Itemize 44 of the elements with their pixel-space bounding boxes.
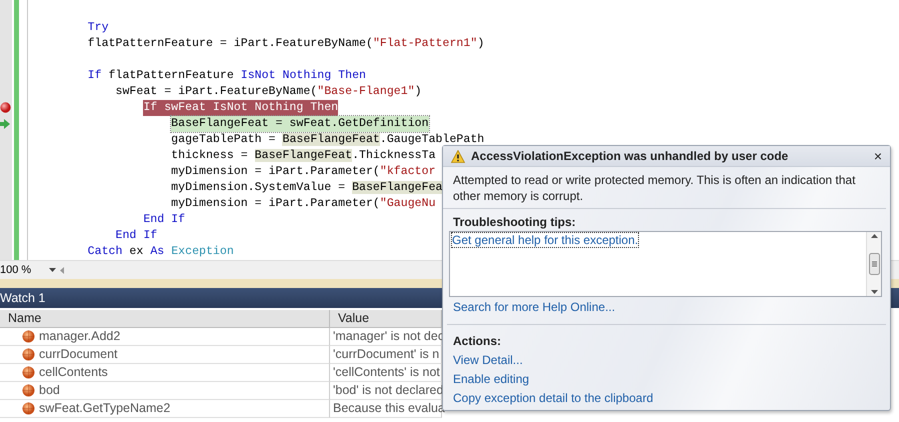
scroll-down-icon[interactable] [870,290,878,294]
watch-name: currDocument [39,346,118,363]
scroll-up-icon[interactable] [870,234,878,238]
code-line: myDimension = iPart.Parameter("kfactor [171,164,436,180]
exception-title: AccessViolationException was unhandled by user code [471,149,790,163]
zoom-dropdown[interactable]: 100 % [0,264,60,276]
watch-value: 'currDocument' is n [333,346,440,363]
tips-heading: Troubleshooting tips: [452,214,577,231]
watch-name: bod [39,382,60,399]
error-icon [22,366,35,379]
watch-name: swFeat.GetTypeName2 [39,400,170,417]
actions-heading: Actions: [452,333,502,350]
action-link[interactable]: View Detail... [453,353,523,367]
code-line: Try [88,20,109,36]
column-header[interactable]: Name [0,310,330,328]
code-line: myDimension.SystemValue = BaseFlangeFea [171,180,443,196]
arrow-icon [0,119,10,129]
warning-icon [451,150,465,162]
error-icon [22,348,35,361]
error-icon [22,384,35,397]
code-line: If flatPatternFeature IsNot Nothing Then [88,68,366,84]
action-link[interactable]: Copy exception detail to the clipboard [453,391,654,405]
code-line: End If [116,228,158,244]
code-line: flatPatternFeature = iPart.FeatureByName("Flat-Pattern1") [88,36,484,52]
error-icon [22,330,35,343]
error-icon [22,402,35,415]
caret-icon [49,268,56,272]
exception-message: Attempted to read or write protected memory. This is often an indication that other memory is corrupt. [443,167,886,209]
watch-name: manager.Add2 [39,328,120,345]
breakpoint-icon[interactable] [0,102,11,113]
scroll-thumb[interactable] [868,253,880,275]
code-line: thickness = BaseFlangeFeat.ThicknessTa [171,148,436,164]
watch-value: 'bod' is not declared [333,382,444,399]
column-header[interactable]: Value [330,310,442,328]
code-line: Catch ex As Exception [88,244,234,260]
code-line: End If [143,212,186,228]
watch-name: cellContents [39,364,108,381]
code-line: gageTablePath = BaseFlangeFeat.GaugeTablePath [171,132,484,148]
watch-value: 'cellContents' is not [333,364,440,381]
action-link[interactable]: Enable editing [453,372,530,386]
code-line: myDimension = iPart.Parameter("GaugeNu [171,196,436,212]
help-link[interactable]: Get general help for this exception. [452,233,638,247]
close-button[interactable]: × [872,148,884,164]
code-line: swFeat = iPart.FeatureByName("Base-Flange1") [116,84,422,100]
